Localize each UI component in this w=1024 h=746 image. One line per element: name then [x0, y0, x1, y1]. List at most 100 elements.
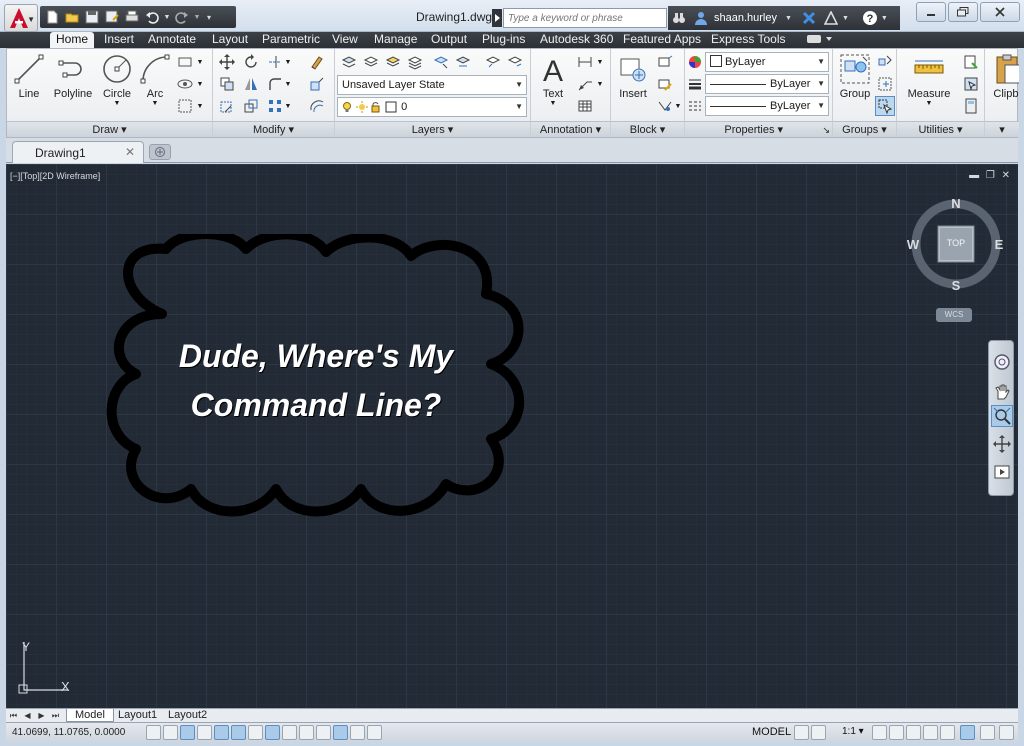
- ungroup-icon[interactable]: [875, 52, 895, 72]
- offset-icon[interactable]: [307, 96, 327, 116]
- layer-isolate-icon[interactable]: [361, 52, 381, 72]
- drawing-canvas[interactable]: [−][Top][2D Wireframe] ▬ ❐ ✕ Dude, Where…: [6, 164, 1018, 708]
- rotate-icon[interactable]: [241, 52, 261, 72]
- attribute-icon[interactable]: [655, 96, 675, 116]
- tab-plug-ins[interactable]: Plug-ins: [476, 32, 531, 48]
- redo-dropdown-icon[interactable]: ▼: [192, 7, 202, 27]
- group-edit-icon[interactable]: [875, 74, 895, 94]
- select-all-icon[interactable]: [961, 74, 981, 94]
- maximize-button[interactable]: [948, 2, 978, 22]
- open-icon[interactable]: [62, 7, 82, 27]
- scale-icon[interactable]: [241, 96, 261, 116]
- explode-icon[interactable]: [307, 74, 327, 94]
- text-tool[interactable]: A Text ▼: [531, 51, 575, 117]
- hatch-dropdown-icon[interactable]: ▼: [195, 74, 205, 94]
- next-layout-icon[interactable]: ▶: [36, 710, 47, 721]
- boundary-dropdown-icon[interactable]: ▼: [195, 96, 205, 116]
- calculator-icon[interactable]: [961, 96, 981, 116]
- layout-tab-model[interactable]: Model: [66, 709, 114, 722]
- binoculars-search-icon[interactable]: [668, 7, 690, 29]
- clipboard-panel-title[interactable]: ▾: [985, 121, 1019, 137]
- tab-express-tools[interactable]: Express Tools: [705, 32, 791, 48]
- dimension-dropdown-icon[interactable]: ▼: [595, 52, 605, 72]
- isolate-objects-icon[interactable]: [960, 725, 975, 740]
- last-layout-icon[interactable]: ⏭: [50, 710, 61, 721]
- arc-dropdown-icon[interactable]: ▼: [133, 100, 177, 107]
- create-block-icon[interactable]: [655, 52, 675, 72]
- user-dropdown-icon[interactable]: ▼: [785, 15, 792, 22]
- copy-icon[interactable]: [217, 74, 237, 94]
- hatch-icon[interactable]: [175, 74, 195, 94]
- file-tab-drawing1[interactable]: Drawing1 ✕: [12, 141, 144, 163]
- tab-manage[interactable]: Manage: [368, 32, 423, 48]
- arc-tool[interactable]: Arc ▼: [133, 51, 177, 117]
- linear-dimension-icon[interactable]: [575, 52, 595, 72]
- grid-display-icon[interactable]: [180, 725, 195, 740]
- stretch-icon[interactable]: [217, 96, 237, 116]
- showmotion-icon[interactable]: [991, 461, 1013, 483]
- viewcube[interactable]: TOP N S W E: [906, 194, 1006, 324]
- layer-state-dropdown[interactable]: Unsaved Layer State ▼: [337, 75, 527, 95]
- panel-launcher-icon[interactable]: ↘: [822, 122, 830, 138]
- search-expand-icon[interactable]: [492, 9, 502, 27]
- group-tool[interactable]: Group: [833, 51, 877, 117]
- help-search-input[interactable]: [503, 8, 667, 28]
- insert-tool[interactable]: Insert: [611, 51, 655, 117]
- viewport-controls-label[interactable]: [−][Top][2D Wireframe]: [10, 171, 100, 181]
- object-snap-tracking-icon[interactable]: [265, 725, 280, 740]
- save-as-icon[interactable]: [102, 7, 122, 27]
- layers-panel-title[interactable]: Layers ▾: [335, 121, 530, 137]
- minimize-button[interactable]: [916, 2, 946, 22]
- customize-qat-icon[interactable]: ▾: [202, 7, 216, 27]
- annotation-panel-title[interactable]: Annotation ▾: [531, 121, 610, 137]
- viewport-close-icon[interactable]: ✕: [1002, 170, 1010, 181]
- block-panel-title[interactable]: Block ▾: [611, 121, 684, 137]
- quick-select-icon[interactable]: [961, 52, 981, 72]
- tab-autodesk-360[interactable]: Autodesk 360: [534, 32, 619, 48]
- attribute-dropdown-icon[interactable]: ▼: [673, 96, 683, 116]
- help-dropdown-icon[interactable]: ▼: [881, 15, 888, 22]
- lineweight-dropdown[interactable]: ByLayer ▼: [705, 74, 829, 94]
- dynamic-input-icon[interactable]: [299, 725, 314, 740]
- object-snap-icon[interactable]: [231, 725, 246, 740]
- close-tab-icon[interactable]: ✕: [125, 145, 135, 159]
- wcs-menu-button[interactable]: WCS: [936, 308, 972, 322]
- 3d-object-snap-icon[interactable]: [248, 725, 263, 740]
- zoom-extents-icon[interactable]: [991, 405, 1013, 427]
- viewcube-face-top[interactable]: TOP: [938, 238, 974, 248]
- layer-walk-icon[interactable]: [505, 52, 525, 72]
- quick-view-layouts-icon[interactable]: [794, 725, 809, 740]
- lock-toolbar-icon[interactable]: [923, 725, 938, 740]
- auto-scale-icon[interactable]: [889, 725, 904, 740]
- clipboard-tool[interactable]: Clipbo: [987, 51, 1019, 117]
- leader-dropdown-icon[interactable]: ▼: [595, 74, 605, 94]
- snap-mode-icon[interactable]: [163, 725, 178, 740]
- tab-layout[interactable]: Layout: [206, 32, 254, 48]
- plot-icon[interactable]: [122, 7, 142, 27]
- erase-icon[interactable]: [307, 52, 327, 72]
- a360-dropdown-icon[interactable]: ▼: [842, 15, 849, 22]
- user-name[interactable]: shaan.hurley: [714, 12, 777, 24]
- user-icon[interactable]: [690, 7, 712, 29]
- layer-previous-icon[interactable]: [483, 52, 503, 72]
- prev-layout-icon[interactable]: ◀: [22, 710, 33, 721]
- measure-tool[interactable]: Measure ▼: [901, 51, 957, 117]
- viewport-minimize-icon[interactable]: ▬: [969, 170, 979, 181]
- workspace-switching-icon[interactable]: [906, 725, 921, 740]
- properties-panel-title[interactable]: Properties ▾ ↘: [685, 121, 832, 137]
- line-tool[interactable]: Line: [7, 51, 51, 117]
- ribbon-minimize-icon[interactable]: [800, 32, 840, 48]
- match-properties-icon[interactable]: [685, 52, 705, 72]
- layer-properties-icon[interactable]: [339, 52, 359, 72]
- orbit-icon[interactable]: [991, 433, 1013, 455]
- move-icon[interactable]: [217, 52, 237, 72]
- text-dropdown-icon[interactable]: ▼: [531, 100, 575, 107]
- hardware-acceleration-icon[interactable]: [940, 725, 955, 740]
- undo-icon[interactable]: [142, 7, 162, 27]
- trim-dropdown-icon[interactable]: ▼: [283, 52, 293, 72]
- compass-south[interactable]: S: [950, 278, 962, 293]
- first-layout-icon[interactable]: ⏮: [8, 710, 19, 721]
- mirror-icon[interactable]: [241, 74, 261, 94]
- layout-tab-layout2[interactable]: Layout2: [160, 709, 215, 722]
- tab-output[interactable]: Output: [425, 32, 473, 48]
